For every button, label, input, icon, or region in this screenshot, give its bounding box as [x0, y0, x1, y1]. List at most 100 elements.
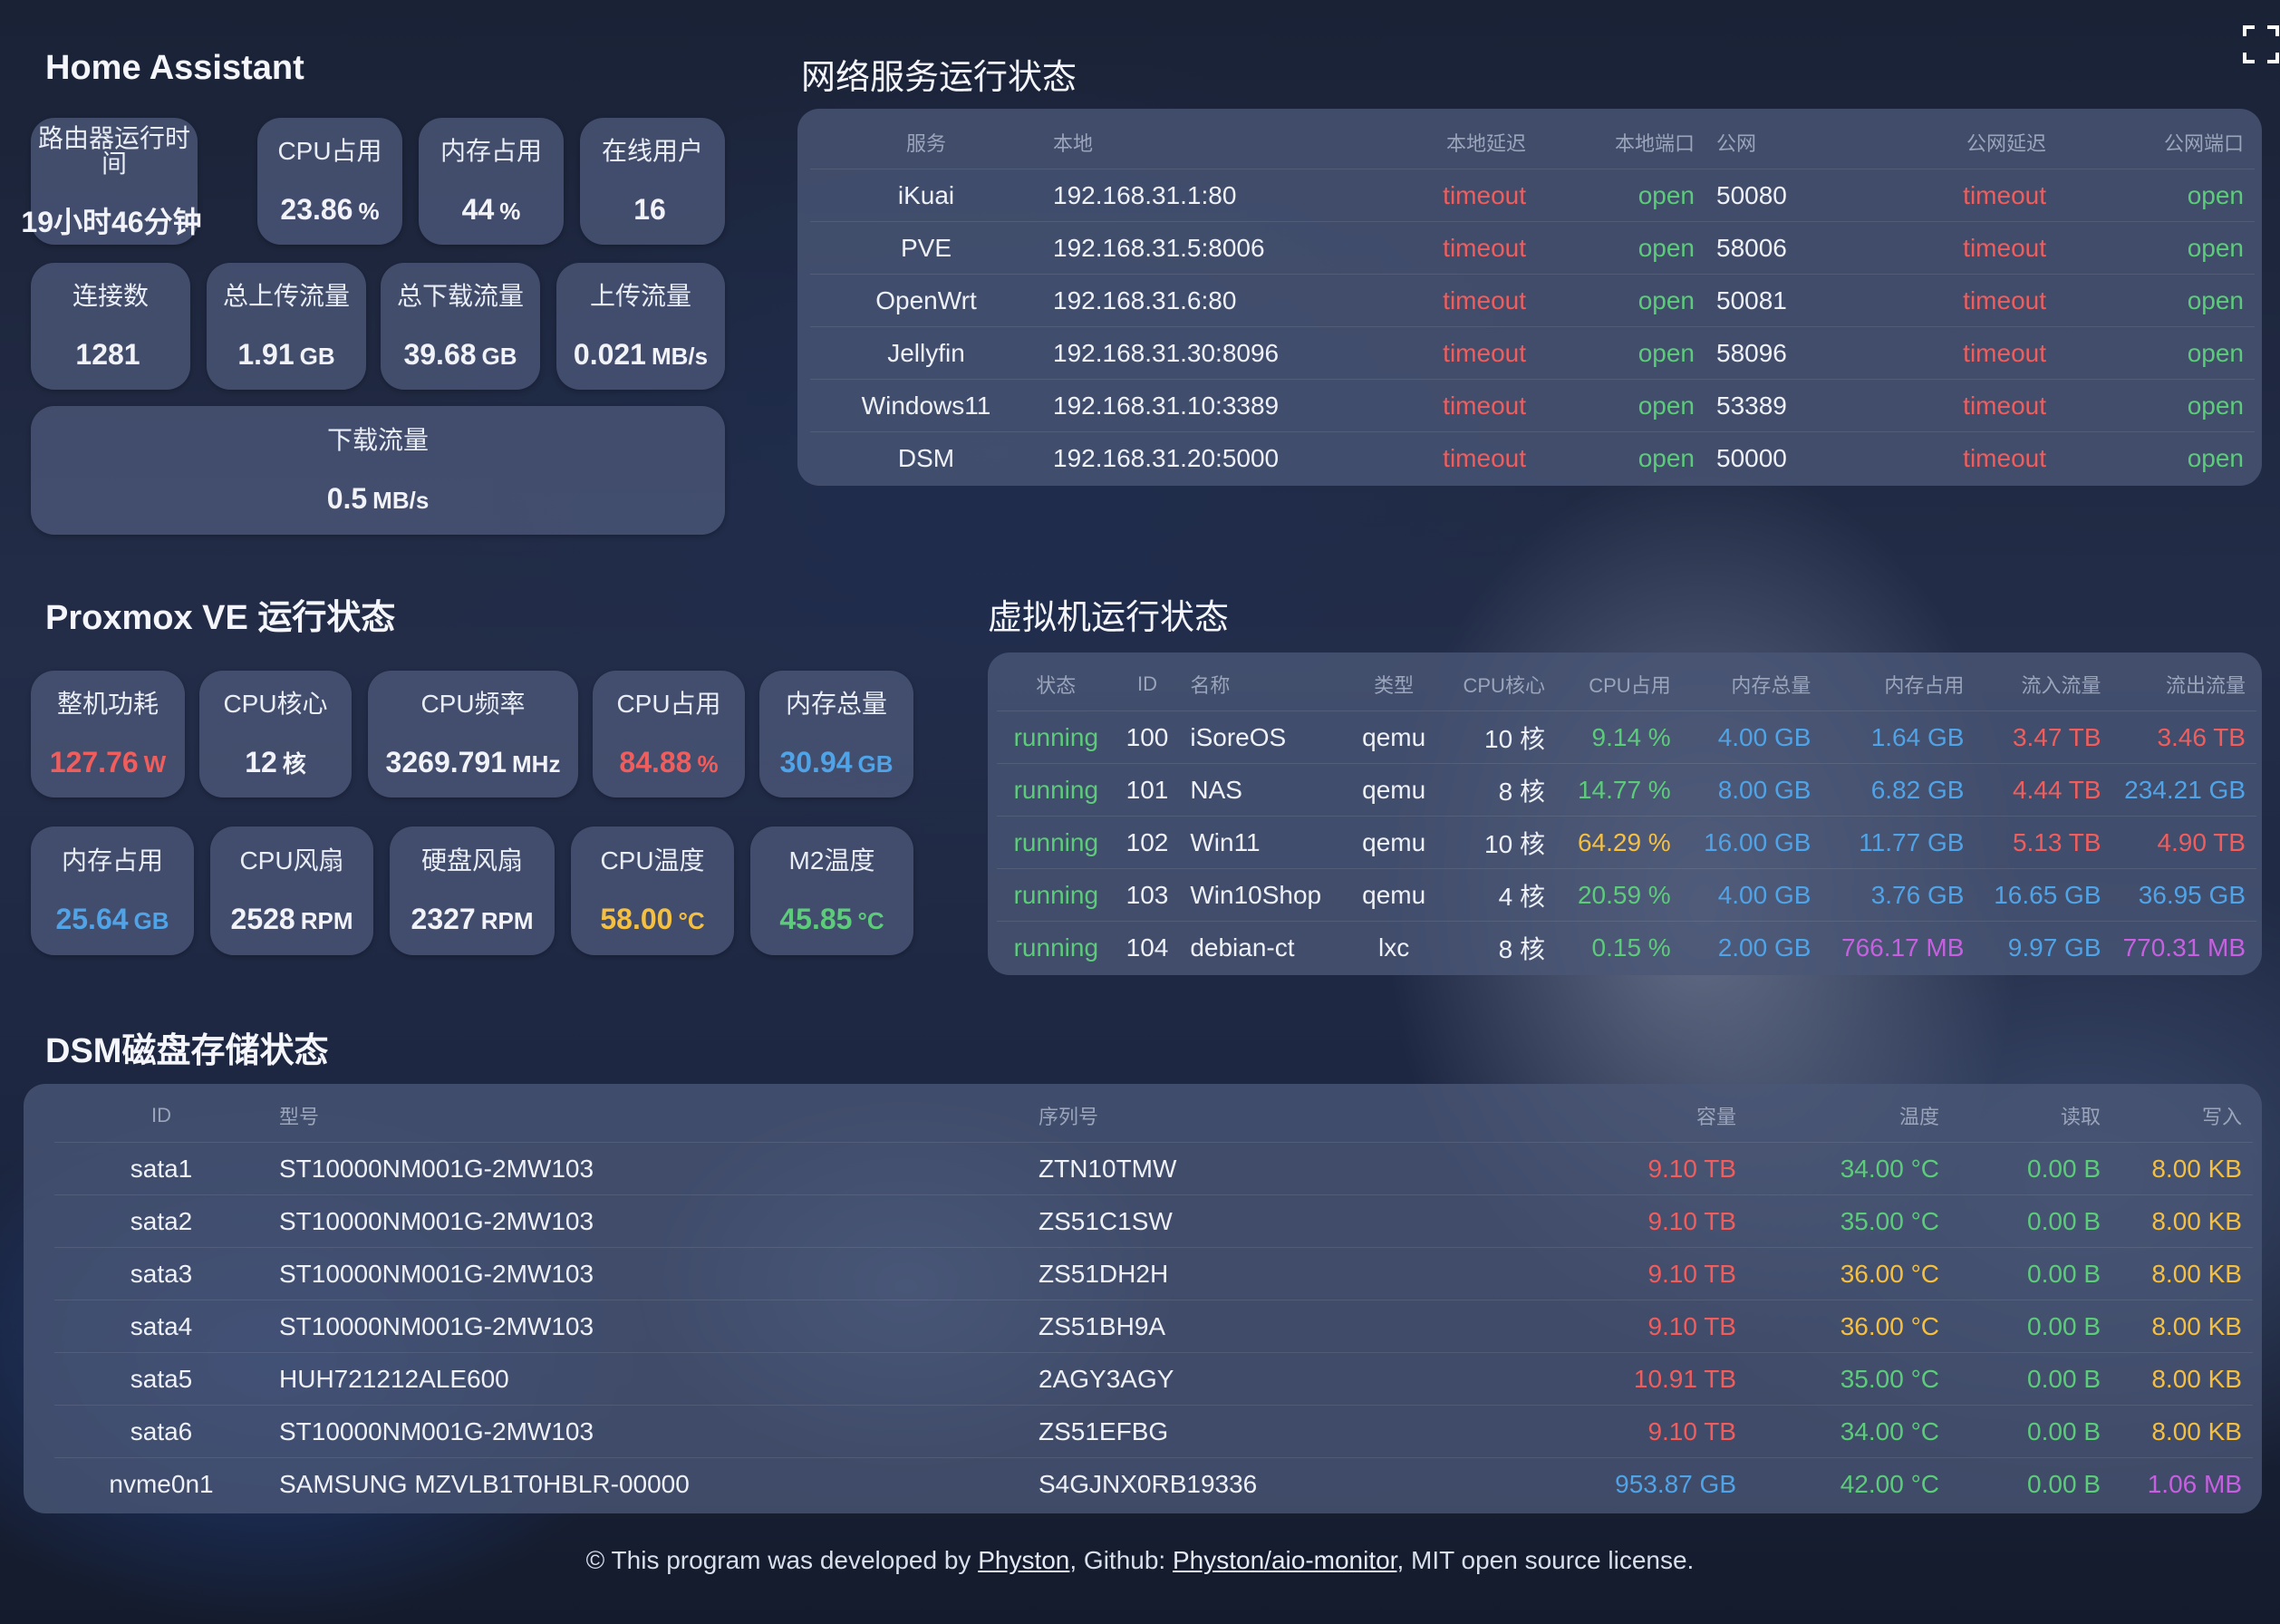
cell-local-port: open: [1537, 326, 1705, 380]
card-label: 在线用户: [601, 137, 703, 165]
card-label: CPU占用: [616, 690, 721, 718]
cell-mem-total: 16.00 GB: [1681, 816, 1822, 869]
col-header-type: 类型: [1374, 674, 1415, 697]
cell-public-latency: timeout: [1860, 326, 2057, 380]
cell-local-port: open: [1537, 169, 1705, 222]
card-label: CPU核心: [223, 690, 328, 718]
ha-card-uptime: 路由器运行时间 19小时46分钟: [21, 118, 202, 245]
card-value: 2327 RPM: [411, 903, 534, 935]
cell-cores: 4 核: [1441, 868, 1556, 922]
cell-serial: ZS51BH9A: [1028, 1300, 1481, 1353]
ha-title: Home Assistant: [45, 49, 304, 87]
cell-cpu: 9.14 %: [1555, 710, 1682, 764]
cell-local-port: open: [1537, 431, 1705, 484]
col-header-local-port: 本地端口: [1614, 132, 1695, 155]
cell-public: 58006: [1705, 221, 1860, 275]
table-row: running 104 debian-ct lxc 8 核 0.15 % 2.00 GB 76…: [997, 921, 2256, 973]
cell-status: running: [997, 763, 1116, 817]
repo-link[interactable]: Physton/aio-monitor: [1173, 1546, 1396, 1574]
card-label: 上传流量: [589, 282, 691, 310]
table-row: sata1 ST10000NM001G-2MW103 ZTN10TMW 9.10 TB…: [54, 1142, 2253, 1195]
cell-temp: 34.00 °C: [1747, 1142, 1950, 1195]
cell-net-in: 9.97 GB: [1975, 921, 2112, 973]
cell-public: 50080: [1705, 169, 1860, 222]
cell-temp: 36.00 °C: [1747, 1300, 1950, 1353]
footer-middle: , Github:: [1069, 1546, 1173, 1574]
cell-serial: ZTN10TMW: [1028, 1142, 1481, 1195]
pve-title: Proxmox VE 运行状态: [45, 599, 396, 637]
table-row: PVE 192.168.31.5:8006 timeout open 58006 time…: [810, 221, 2255, 275]
cell-local: 192.168.31.5:8006: [1042, 221, 1350, 275]
cell-id: sata3: [54, 1247, 268, 1300]
cell-name: debian-ct: [1179, 921, 1347, 973]
cell-write: 8.00 KB: [2111, 1300, 2253, 1353]
cell-cpu: 64.29 %: [1555, 816, 1682, 869]
table-header-row: 服务 本地 本地延迟 本地端口 公网 公网延迟 公网端口: [810, 116, 2255, 169]
table-row: running 100 iSoreOS qemu 10 核 9.14 % 4.00 GB 1.…: [997, 710, 2256, 764]
cell-mem-used: 11.77 GB: [1821, 816, 1976, 869]
cell-id: sata2: [54, 1194, 268, 1248]
cell-type: qemu: [1346, 816, 1442, 869]
cell-cores: 10 核: [1441, 710, 1556, 764]
table-row: sata5 HUH721212ALE600 2AGY3AGY 10.91 TB 35.0…: [54, 1352, 2253, 1406]
cell-local: 192.168.31.1:80: [1042, 169, 1350, 222]
card-value: 3269.791 MHz: [385, 746, 561, 778]
col-header-cores: CPU核心: [1463, 674, 1545, 697]
col-header-model: 型号: [279, 1106, 320, 1128]
table-row: DSM 192.168.31.20:5000 timeout open 50000 tim…: [810, 431, 2255, 484]
cell-write: 1.06 MB: [2111, 1457, 2253, 1510]
cell-service: OpenWrt: [810, 274, 1042, 327]
card-value: 58.00 °C: [600, 903, 705, 935]
col-header-cpu: CPU占用: [1589, 674, 1671, 697]
ha-card-online-users: 在线用户 16: [580, 118, 725, 245]
col-header-read: 读取: [2060, 1106, 2101, 1128]
cell-status: running: [997, 816, 1116, 869]
cell-net-out: 234.21 GB: [2111, 763, 2256, 817]
card-value: 84.88%: [619, 746, 719, 778]
pve-card-cpu-temp: CPU温度 58.00 °C: [571, 826, 734, 955]
cell-read: 0.00 B: [1950, 1142, 2111, 1195]
cell-capacity: 9.10 TB: [1481, 1247, 1747, 1300]
cell-serial: 2AGY3AGY: [1028, 1352, 1481, 1406]
cell-public-latency: timeout: [1860, 274, 2057, 327]
table-row: sata2 ST10000NM001G-2MW103 ZS51C1SW 9.10 TB…: [54, 1194, 2253, 1248]
col-header-mem-total: 内存总量: [1731, 674, 1811, 697]
card-value: 45.85 °C: [779, 903, 884, 935]
card-label: M2温度: [788, 846, 875, 875]
cell-capacity: 9.10 TB: [1481, 1194, 1747, 1248]
cell-public-port: open: [2057, 274, 2255, 327]
cell-public: 50000: [1705, 431, 1860, 484]
cell-capacity: 9.10 TB: [1481, 1405, 1747, 1458]
cell-net-in: 5.13 TB: [1975, 816, 2112, 869]
cell-name: Win11: [1179, 816, 1347, 869]
cell-cores: 10 核: [1441, 816, 1556, 869]
col-header-local-latency: 本地延迟: [1445, 132, 1526, 155]
fullscreen-icon[interactable]: [2242, 24, 2280, 65]
cell-local: 192.168.31.30:8096: [1042, 326, 1350, 380]
cell-public-latency: timeout: [1860, 169, 2057, 222]
cell-type: qemu: [1346, 710, 1442, 764]
cell-local-latency: timeout: [1350, 221, 1537, 275]
card-value: 19小时46分钟: [21, 206, 202, 238]
cell-id: 100: [1115, 710, 1180, 764]
card-value: 39.68 GB: [403, 338, 517, 371]
col-header-id: ID: [151, 1104, 171, 1126]
card-label: 内存占用: [61, 846, 163, 875]
cell-model: ST10000NM001G-2MW103: [268, 1405, 1028, 1458]
cell-net-out: 36.95 GB: [2111, 868, 2256, 922]
card-value: 16: [633, 193, 666, 226]
cell-net-in: 16.65 GB: [1975, 868, 2112, 922]
cell-public-port: open: [2057, 431, 2255, 484]
cell-capacity: 9.10 TB: [1481, 1300, 1747, 1353]
cell-local-port: open: [1537, 379, 1705, 432]
cell-type: lxc: [1346, 921, 1442, 973]
card-value: 1.91 GB: [237, 338, 335, 371]
author-link[interactable]: Physton: [978, 1546, 1069, 1574]
cell-local: 192.168.31.10:3389: [1042, 379, 1350, 432]
cell-local-port: open: [1537, 274, 1705, 327]
pve-card-disk-fan: 硬盘风扇 2327 RPM: [390, 826, 555, 955]
col-header-id: ID: [1136, 672, 1157, 695]
cell-service: DSM: [810, 431, 1042, 484]
cell-capacity: 9.10 TB: [1481, 1142, 1747, 1195]
cell-mem-used: 766.17 MB: [1821, 921, 1976, 973]
